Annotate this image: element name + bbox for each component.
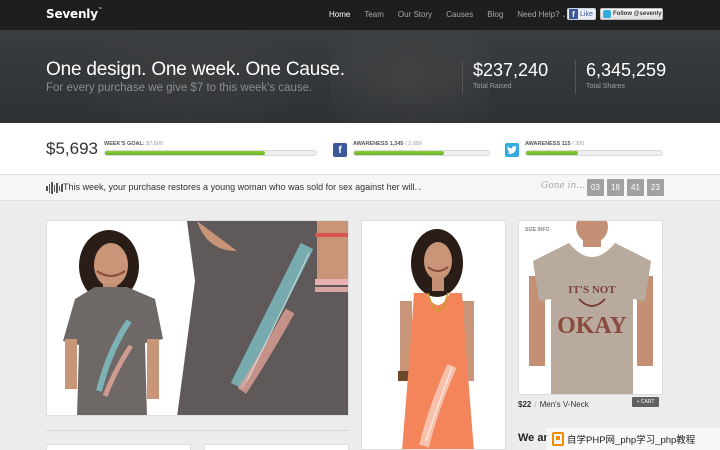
product-name: Men's V-Neck (539, 400, 589, 409)
twitter-icon (603, 10, 611, 18)
countdown-days: 03 (587, 179, 604, 196)
nav-team[interactable]: Team (364, 10, 384, 19)
weekly-goal-fill (105, 151, 266, 155)
twitter-follow-label: Follow @sevenly (613, 11, 662, 17)
product-card-stub[interactable] (46, 444, 191, 450)
product-price-row: $22/Men's V-Neck (518, 400, 589, 409)
hero-subhead: For every purchase we give $7 to this we… (46, 82, 313, 94)
facebook-icon: f (569, 9, 578, 19)
total-shares-stat: 6,345,259 Total Shares (575, 60, 666, 94)
nav-need-help[interactable]: Need Help? ⌄ (517, 10, 566, 19)
countdown-label: Gone in... (541, 181, 585, 191)
hero-headline: One design. One week. One Cause. (46, 59, 345, 80)
total-raised-label: Total Raised (473, 83, 512, 90)
current-amount: $5,693 (46, 139, 98, 158)
watermark-logo-icon (552, 432, 564, 446)
sevenly-logo[interactable]: Sevenly™ (46, 7, 103, 21)
twitter-awareness-label: AWARENESS 115 / 300 (525, 141, 585, 147)
shirt-print-text: IT'S NOT (568, 284, 616, 296)
twitter-icon[interactable] (505, 143, 519, 157)
facebook-icon[interactable]: f (333, 143, 347, 157)
facebook-awareness-fill (354, 151, 445, 155)
product-image-mens-vneck: IT'S NOT OKAY (519, 221, 662, 394)
product-card-womens-tank[interactable] (361, 220, 506, 450)
weekly-goal-progress-bar (104, 150, 317, 156)
facebook-awareness-progress-bar (353, 150, 490, 156)
product-card-mens-vneck[interactable]: IT'S NOT OKAY SIZE INFO (518, 220, 663, 395)
facebook-like-button[interactable]: f Like (567, 8, 596, 20)
shirt-print-text: OKAY (557, 313, 627, 339)
countdown-hours: 18 (607, 179, 624, 196)
weekly-goal-meter: WEEK'S GOAL: $7,500 (104, 141, 317, 156)
twitter-awareness-progress-bar (525, 150, 663, 156)
product-image-womens-tee (47, 221, 348, 415)
chevron-down-icon: ⌄ (417, 186, 423, 192)
weekly-goal-label: WEEK'S GOAL: $7,500 (104, 141, 164, 147)
facebook-awareness-label: AWARENESS 1,345 / 2,000 (353, 141, 422, 147)
watermark: 自学PHP网_php学习_php教程 (546, 428, 720, 450)
chevron-down-icon: ⌄ (561, 13, 567, 19)
nav-home[interactable]: Home (329, 10, 350, 19)
product-image-womens-tank (362, 221, 505, 449)
nav-causes[interactable]: Causes (446, 10, 473, 19)
card-divider (46, 430, 349, 431)
total-raised-stat: $237,240 Total Raised (462, 60, 548, 94)
watermark-text: 自学PHP网_php学习_php教程 (567, 435, 696, 446)
size-info-link[interactable]: SIZE INFO (525, 227, 549, 233)
top-navigation: Sevenly™ Home Team Our Story Causes Blog… (0, 0, 720, 30)
cause-description[interactable]: This week, your purchase restores a youn… (63, 182, 422, 192)
sound-wave-icon (46, 182, 63, 194)
twitter-awareness-meter: AWARENESS 115 / 300 (525, 141, 663, 156)
nav-blog[interactable]: Blog (487, 10, 503, 19)
countdown-minutes: 41 (627, 179, 644, 196)
product-price: $22 (518, 400, 532, 409)
twitter-follow-button[interactable]: Follow @sevenly (600, 8, 663, 20)
main-nav: Home Team Our Story Causes Blog Need Hel… (329, 10, 581, 19)
countdown-seconds: 23 (647, 179, 664, 196)
add-to-cart-button[interactable]: + CART (632, 397, 659, 407)
promo-heading: We ar (518, 432, 548, 444)
facebook-like-label: Like (580, 10, 593, 18)
total-raised-value: $237,240 (473, 60, 549, 80)
hero-banner: One design. One week. One Cause. For eve… (0, 30, 720, 123)
product-card-womens-tee[interactable] (46, 220, 349, 416)
total-shares-value: 6,345,259 (586, 60, 667, 80)
product-card-stub[interactable] (204, 444, 349, 450)
nav-our-story[interactable]: Our Story (398, 10, 432, 19)
cause-bar: This week, your purchase restores a youn… (0, 175, 720, 201)
total-shares-label: Total Shares (586, 83, 625, 90)
twitter-awareness-fill (526, 151, 578, 155)
goal-progress-band: $5,693 WEEK'S GOAL: $7,500 f AWARENESS 1… (0, 123, 720, 175)
facebook-awareness-meter: AWARENESS 1,345 / 2,000 (353, 141, 490, 156)
